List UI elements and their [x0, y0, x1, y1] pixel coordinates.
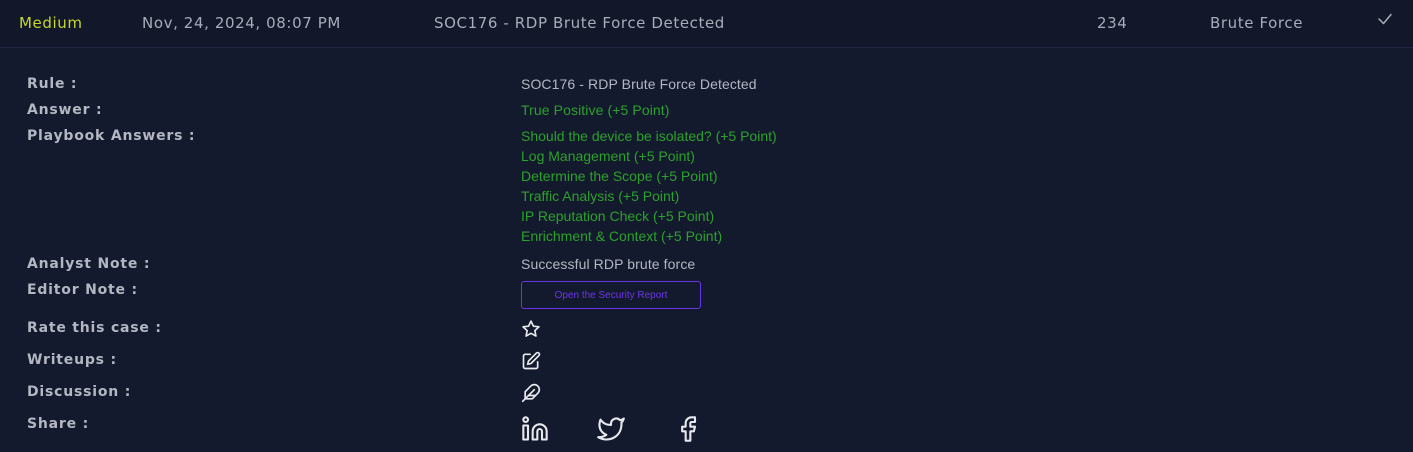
playbook-answer-item: Traffic Analysis (+5 Point) — [521, 188, 680, 204]
answer-label: Answer : — [27, 102, 103, 118]
playbook-answer-item: Determine the Scope (+5 Point) — [521, 168, 718, 184]
playbook-answer-item: IP Reputation Check (+5 Point) — [521, 208, 715, 224]
playbook-answers-label: Playbook Answers : — [27, 128, 196, 144]
alert-rule-name: SOC176 - RDP Brute Force Detected — [434, 14, 725, 32]
playbook-answers-list: Should the device be isolated? (+5 Point… — [521, 127, 777, 247]
case-detail-page: Medium Nov, 24, 2024, 08:07 PM SOC176 - … — [0, 0, 1413, 452]
checkmark-icon — [1376, 10, 1394, 32]
discussion-label: Discussion : — [27, 384, 132, 400]
rate-case-label: Rate this case : — [27, 320, 162, 336]
analyst-note-label: Analyst Note : — [27, 256, 151, 272]
writeups-label: Writeups : — [27, 352, 117, 368]
linkedin-icon[interactable] — [521, 415, 549, 443]
analyst-note-value: Successful RDP brute force — [521, 256, 696, 272]
facebook-icon[interactable] — [674, 415, 702, 443]
alert-date: Nov, 24, 2024, 08:07 PM — [142, 14, 341, 32]
event-id: 234 — [1097, 14, 1128, 32]
playbook-answer-item: Should the device be isolated? (+5 Point… — [521, 128, 777, 144]
alert-row[interactable]: Medium Nov, 24, 2024, 08:07 PM SOC176 - … — [0, 0, 1413, 48]
edit-icon[interactable] — [521, 351, 541, 371]
feather-icon[interactable] — [521, 383, 541, 403]
answer-value: True Positive (+5 Point) — [521, 102, 670, 118]
twitter-icon[interactable] — [597, 415, 625, 443]
rule-label: Rule : — [27, 76, 78, 92]
editor-note-label: Editor Note : — [27, 282, 138, 298]
star-icon[interactable] — [521, 319, 541, 339]
severity-label: Medium — [19, 14, 83, 32]
rule-value: SOC176 - RDP Brute Force Detected — [521, 76, 757, 92]
alert-type: Brute Force — [1210, 14, 1304, 32]
share-label: Share : — [27, 416, 89, 432]
open-security-report-button[interactable]: Open the Security Report — [521, 281, 701, 309]
playbook-answer-item: Enrichment & Context (+5 Point) — [521, 228, 723, 244]
playbook-answer-item: Log Management (+5 Point) — [521, 148, 695, 164]
